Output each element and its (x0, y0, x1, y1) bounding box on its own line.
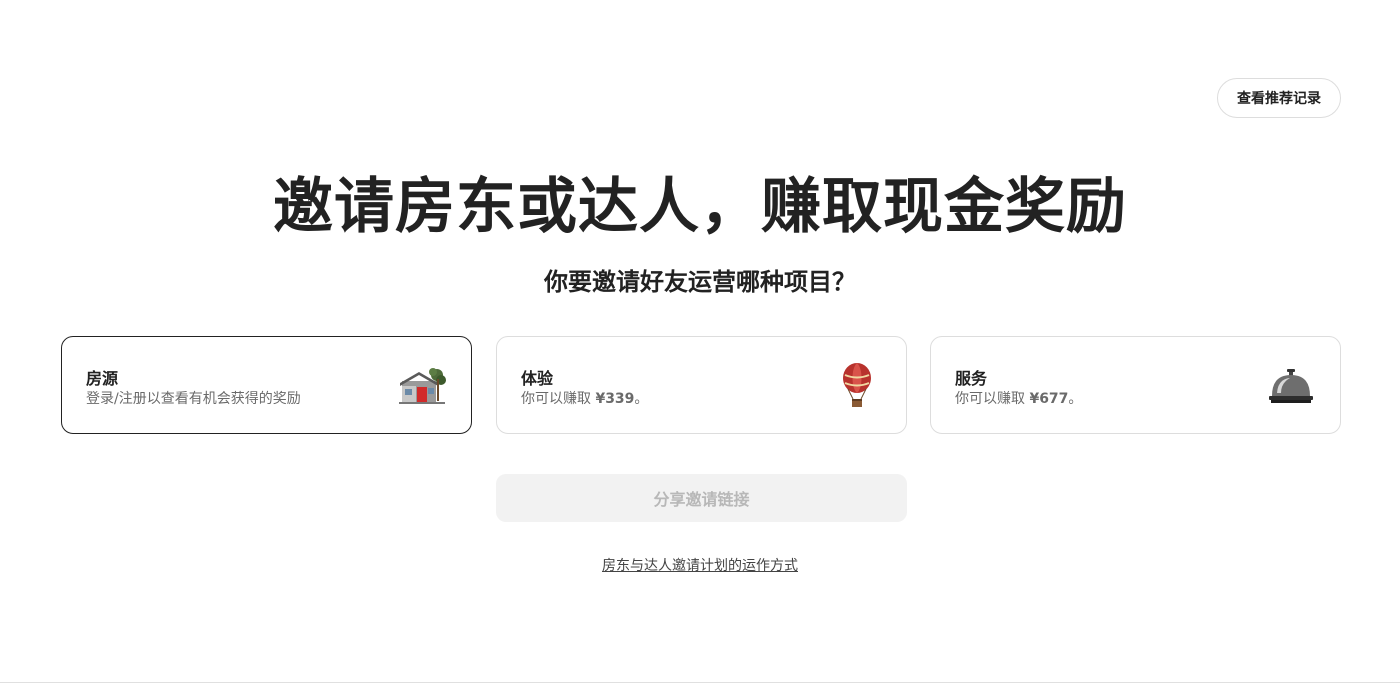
option-card-title: 房源 (86, 369, 119, 388)
hot-air-balloon-icon (843, 363, 871, 407)
option-card-listing[interactable]: 房源 登录/注册以查看有机会获得的奖励 (61, 336, 472, 434)
option-card-description: 登录/注册以查看有机会获得的奖励 (86, 391, 301, 407)
option-card-title: 体验 (521, 369, 554, 388)
option-card-description: 你可以赚取 ¥339。 (521, 391, 649, 407)
footer-divider (0, 682, 1400, 683)
option-card-title: 服务 (955, 369, 988, 388)
reward-amount: ¥339 (595, 391, 635, 407)
share-invite-link-button[interactable]: 分享邀请链接 (496, 474, 907, 522)
how-it-works-row: 房东与达人邀请计划的运作方式 (0, 555, 1400, 575)
house-icon (399, 368, 446, 404)
how-it-works-link[interactable]: 房东与达人邀请计划的运作方式 (602, 558, 798, 574)
page-title: 邀请房东或达人，赚取现金奖励 (273, 172, 1127, 242)
invite-page: 查看推荐记录 邀请房东或达人，赚取现金奖励 你要邀请好友运营哪种项目？ 房源 登… (0, 0, 1400, 697)
option-card-experience[interactable]: 体验 你可以赚取 ¥339。 (496, 336, 907, 434)
service-bell-icon (1269, 369, 1313, 403)
view-referral-history-button[interactable]: 查看推荐记录 (1217, 78, 1341, 118)
reward-amount: ¥677 (1029, 391, 1069, 407)
option-card-description: 你可以赚取 ¥677。 (955, 391, 1083, 407)
option-card-service[interactable]: 服务 你可以赚取 ¥677。 (930, 336, 1341, 434)
page-subtitle: 你要邀请好友运营哪种项目？ (544, 268, 856, 296)
